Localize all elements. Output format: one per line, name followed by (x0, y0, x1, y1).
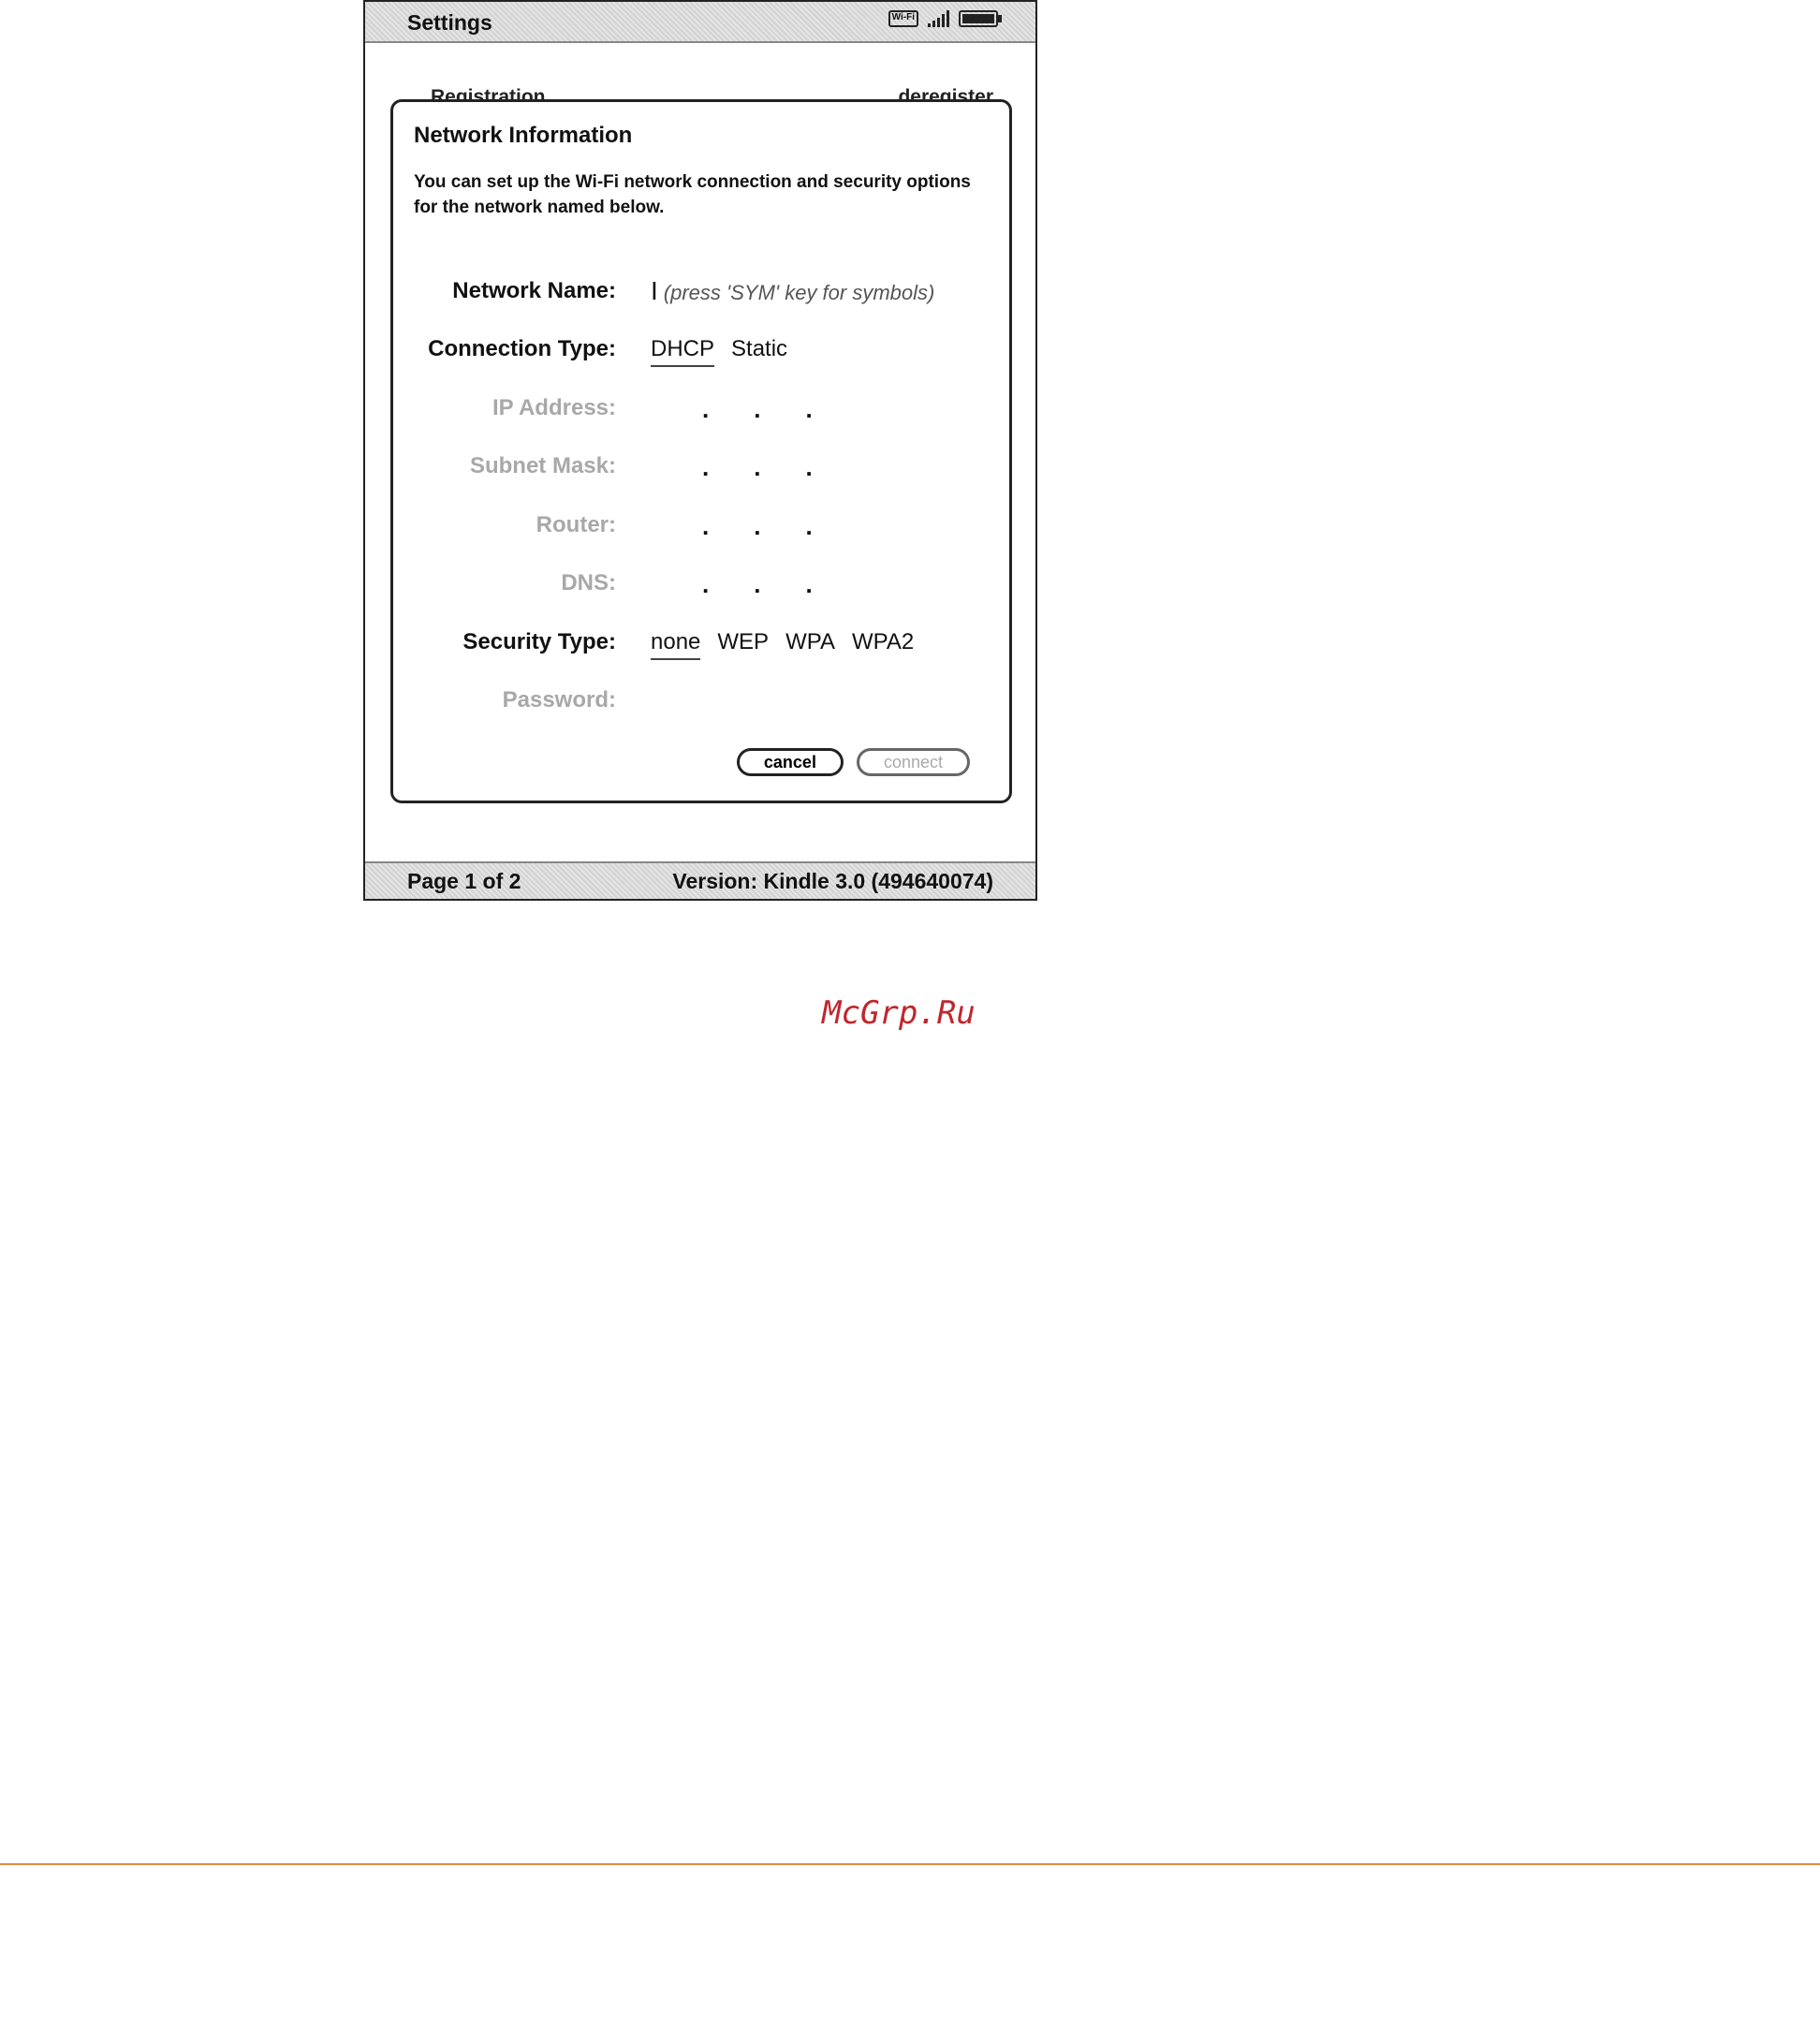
page-divider (0, 1863, 1820, 1865)
password-row: Password: (393, 687, 1009, 725)
dialog-title: Network Information (414, 123, 633, 148)
version-label: Version: Kindle 3.0 (494640074) (672, 869, 993, 893)
ip-address-field[interactable]: ... (702, 395, 813, 424)
security-type-label: Security Type: (462, 629, 616, 654)
password-label: Password: (502, 687, 616, 713)
security-option-wpa2[interactable]: WPA2 (852, 629, 914, 660)
router-row: Router: ... (393, 512, 1009, 550)
dns-row: DNS: ... (393, 570, 1009, 608)
ip-address-label: IP Address: (492, 395, 616, 420)
dialog-description: You can set up the Wi-Fi network connect… (414, 172, 971, 217)
security-option-wep[interactable]: WEP (717, 629, 769, 660)
subnet-mask-row: Subnet Mask: ... (393, 453, 1009, 491)
connection-type-row: Connection Type: DHCP Static (393, 336, 1009, 374)
security-type-options: none WEP WPA WPA2 (651, 629, 914, 660)
signal-strength-icon (928, 10, 949, 27)
router-label: Router: (536, 512, 616, 537)
dns-field[interactable]: ... (702, 570, 813, 599)
page-title: Settings (407, 10, 492, 35)
network-name-placeholder: (press 'SYM' key for symbols) (663, 281, 935, 304)
router-field[interactable]: ... (702, 512, 813, 541)
wifi-icon: Wi-Fi (888, 10, 918, 27)
battery-icon (959, 10, 1002, 27)
subnet-mask-field[interactable]: ... (702, 453, 813, 482)
status-icons: Wi-Fi (888, 10, 1002, 27)
page-indicator: Page 1 of 2 (407, 869, 521, 893)
connection-type-options: DHCP Static (651, 336, 787, 367)
title-bar: Settings Wi-Fi (365, 2, 1035, 43)
security-option-none[interactable]: none (651, 629, 701, 660)
watermark-text: McGrp.Ru (822, 994, 976, 1032)
connection-type-label: Connection Type: (428, 336, 616, 361)
dns-label: DNS: (561, 570, 616, 595)
security-option-wpa[interactable]: WPA (785, 629, 835, 660)
cancel-button[interactable]: cancel (736, 748, 844, 776)
network-name-label: Network Name: (452, 278, 616, 303)
ip-address-row: IP Address: ... (393, 395, 1009, 433)
connection-option-dhcp[interactable]: DHCP (651, 336, 715, 367)
dialog-buttons: cancel connect (736, 748, 970, 776)
connect-button[interactable]: connect (856, 748, 970, 776)
subnet-mask-label: Subnet Mask: (469, 453, 616, 478)
connection-option-static[interactable]: Static (731, 336, 787, 367)
network-information-dialog: Network Information You can set up the W… (390, 99, 1012, 803)
security-type-row: Security Type: none WEP WPA WPA2 (393, 629, 1009, 667)
network-name-input[interactable]: I (press 'SYM' key for symbols) (651, 278, 934, 305)
footer-bar: Page 1 of 2 Version: Kindle 3.0 (4946400… (365, 861, 1035, 899)
text-cursor-icon: I (651, 276, 658, 305)
network-name-row: Network Name: I (press 'SYM' key for sym… (393, 278, 1009, 316)
kindle-screen: Settings Wi-Fi Registration deregister N… (363, 0, 1037, 901)
